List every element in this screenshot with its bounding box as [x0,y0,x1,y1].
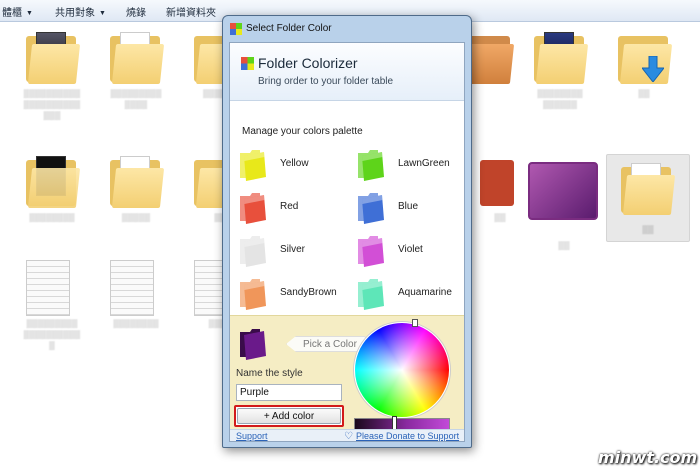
dialog-title: Select Folder Color [246,23,332,34]
color-swatch-violet[interactable]: Violet [356,233,464,267]
folder-icon [26,30,81,84]
palette-heading: Manage your colors palette [242,126,363,137]
swatch-label: Violet [398,244,423,255]
download-arrow-icon [642,56,664,82]
selected-folder-item[interactable]: ▒▒ [606,154,690,242]
heart-icon: ♡ [344,431,353,442]
pick-a-color-hint: Pick a Color [286,336,366,352]
image-thumbnail[interactable] [528,162,598,220]
swatch-label: Aquamarine [398,287,452,298]
app-name: Folder Colorizer [258,55,358,71]
color-swatch-sandybrown[interactable]: SandyBrown [238,276,348,310]
app-tagline: Bring order to your folder table [258,76,394,87]
folder-icon [358,236,384,267]
dialog-footer: Support ♡ Please Donate to Support [230,429,464,442]
color-swatch-aquamarine[interactable]: Aquamarine [356,276,464,310]
file-caption-blurred: ▒▒▒▒▒▒▒▒ [29,213,75,222]
add-color-button[interactable]: + Add color [237,408,341,424]
file-caption-blurred: ▒▒ [642,225,654,234]
new-folder-button[interactable]: 新增資料夾 [166,4,216,19]
chevron-down-icon: ▼ [26,10,33,17]
swatch-label: Silver [280,244,306,255]
color-swatch-yellow[interactable]: Yellow [238,147,348,181]
file-caption-blurred: ▒▒▒▒▒▒▒▒ [113,319,159,328]
organize-label: 體櫃 [2,8,22,19]
style-name-input[interactable] [236,384,342,401]
color-swatch-red[interactable]: Red [238,190,348,224]
folder-icon [621,161,676,215]
add-color-button-highlight: + Add color [234,405,344,427]
swatch-label: Blue [398,201,419,212]
folder-icon [240,193,266,224]
donate-link[interactable]: Please Donate to Support [356,431,459,441]
organize-menu[interactable]: 體櫃 ▼ [2,4,33,19]
file-caption-blurred: ▒▒ [558,241,570,250]
file-caption-blurred: ▒▒▒▒▒ [121,213,151,222]
folder-icon [26,154,81,208]
folder-icon [618,30,673,84]
file-caption-blurred: ▒▒▒▒▒▒▒▒▒ ▒▒▒▒▒▒▒▒▒▒ ▒ [23,319,81,350]
style-name-label: Name the style [236,368,303,379]
folder-icon [110,30,165,84]
select-folder-color-dialog: Select Folder Color Folder Colorizer Bri… [222,15,472,448]
folder-icon [240,236,266,267]
app-header: Folder Colorizer Bring order to your fol… [230,43,464,101]
dialog-body: Folder Colorizer Bring order to your fol… [229,42,465,442]
color-swatch-lawngreen[interactable]: LawnGreen [356,147,464,181]
folder-icon [358,279,384,310]
file-caption-blurred: ▒▒▒▒▒▒▒▒▒ ▒▒▒▒ [110,89,162,109]
folder-icon [240,150,266,181]
folder-icon [358,193,384,224]
color-wheel-handle[interactable] [412,319,418,327]
swatch-label: Red [280,201,299,212]
folder-colorizer-logo-icon [241,57,254,70]
document-icon [110,260,154,316]
swatch-label: SandyBrown [280,287,337,298]
folder-colorizer-app-icon [230,23,242,35]
swatch-label: Yellow [280,158,309,169]
file-caption-blurred: ▒▒▒▒▒▒▒▒▒▒ ▒▒▒▒▒▒▒▒▒▒ ▒▒▒ [23,89,81,120]
file-caption-blurred: ▒▒▒▒▒▒▒▒ ▒▒▒▒▒▒ [537,89,583,109]
burn-button[interactable]: 燒錄 [126,4,146,19]
color-swatch-silver[interactable]: Silver [238,233,348,267]
document-icon [26,260,70,316]
color-wheel[interactable] [354,322,450,418]
film-icon [474,154,526,208]
image-caption: ▒▒ [524,240,604,254]
chevron-down-icon: ▼ [99,10,106,17]
share-label: 共用對象 [55,8,95,19]
support-link[interactable]: Support [236,431,268,441]
file-caption-blurred: ▒▒ [638,89,650,98]
swatch-label: LawnGreen [398,158,450,169]
dialog-titlebar[interactable]: Select Folder Color [223,16,471,42]
folder-icon [534,30,589,84]
share-menu[interactable]: 共用對象 ▼ [55,4,106,19]
folder-icon [240,279,266,310]
preview-folder-icon [240,329,266,360]
color-swatch-blue[interactable]: Blue [356,190,464,224]
folder-icon [358,150,384,181]
folder-icon [110,154,165,208]
new-color-panel: Pick a Color Name the style + Add color [230,315,464,434]
watermark: minwt.com [598,448,698,467]
